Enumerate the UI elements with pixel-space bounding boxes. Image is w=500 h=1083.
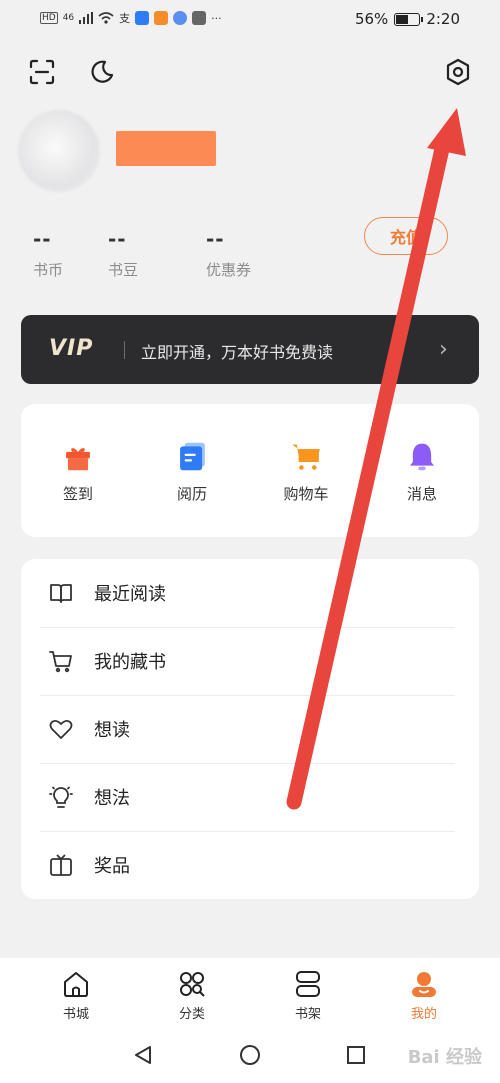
vip-divider	[124, 341, 125, 359]
nav-bookshelf[interactable]: 书架	[253, 968, 363, 1022]
avatar[interactable]	[18, 110, 100, 192]
gear-icon[interactable]	[441, 55, 475, 89]
music-icon	[173, 11, 188, 25]
back-icon[interactable]	[132, 1044, 154, 1066]
status-icons-left: HD 46 支 ···	[40, 10, 222, 26]
menu-item-ideas[interactable]: 想法	[40, 763, 455, 831]
app-icon-orange	[154, 11, 169, 25]
nav-categories[interactable]: 分类	[137, 968, 247, 1022]
vip-badge: VIP	[49, 336, 94, 361]
network-type: 46	[62, 13, 75, 23]
battery-icon	[394, 12, 424, 26]
battery-fill	[396, 14, 409, 24]
moon-icon[interactable]	[85, 55, 119, 89]
shortcut-label: 消息	[406, 485, 437, 503]
mail-icon	[192, 11, 207, 25]
stat-coins[interactable]: --	[33, 227, 52, 251]
shelf-icon	[296, 971, 320, 997]
menu-item-label: 想读	[94, 720, 130, 741]
vip-text: 立即开通，万本好书免费读	[141, 343, 334, 362]
shortcut-label: 签到	[62, 485, 93, 503]
menu-item-my-collection[interactable]: 我的藏书	[40, 627, 455, 695]
stat-value: --	[33, 227, 52, 251]
battery-percent: 56%	[354, 10, 389, 28]
cart-outline-icon	[49, 651, 72, 673]
home-icon	[64, 972, 88, 997]
cart-icon	[292, 444, 320, 470]
nav-bookstore[interactable]: 书城	[21, 968, 131, 1022]
lightbulb-icon	[49, 786, 73, 808]
bell-icon	[410, 443, 434, 471]
nav-label: 书城	[62, 1007, 89, 1022]
more-icon: ···	[211, 11, 222, 25]
shortcut-label: 购物车	[283, 485, 329, 503]
menu-item-label: 想法	[94, 788, 130, 809]
status-icons-right: 56% 2:20	[355, 10, 460, 28]
menu-item-label: 我的藏书	[94, 652, 166, 673]
document-icon	[180, 442, 205, 471]
scan-icon[interactable]	[25, 55, 59, 89]
grid-icon	[180, 972, 205, 997]
stat-beans[interactable]: --	[108, 227, 127, 251]
signal-icon	[79, 12, 94, 24]
stat-coupons[interactable]: --	[206, 227, 225, 251]
nav-mine[interactable]: 我的	[369, 968, 479, 1022]
nav-label: 分类	[178, 1007, 205, 1022]
home-circle-icon[interactable]	[239, 1044, 261, 1066]
nav-label: 我的	[410, 1007, 437, 1022]
menu-item-prizes[interactable]: 奖品	[40, 831, 455, 899]
menu-item-label: 最近阅读	[94, 584, 166, 605]
shortcut-history[interactable]: 阅历	[135, 404, 249, 504]
stat-label: 优惠券	[206, 261, 252, 279]
shortcut-messages[interactable]: 消息	[365, 404, 479, 504]
alipay-icon: 支	[119, 12, 131, 25]
menu-item-recent-reading[interactable]: 最近阅读	[40, 559, 455, 627]
shortcut-card: 签到 阅历 购物车 消息	[21, 404, 479, 537]
prize-box-icon	[50, 854, 72, 876]
wifi-icon	[98, 12, 114, 24]
app-icon-blue	[135, 11, 150, 25]
shortcut-checkin[interactable]: 签到	[21, 404, 135, 504]
menu-item-label: 奖品	[94, 856, 130, 877]
gift-icon	[66, 448, 90, 471]
clock: 2:20	[426, 10, 460, 28]
shortcut-label: 阅历	[176, 485, 207, 503]
vip-banner[interactable]: VIP 立即开通，万本好书免费读 ›	[21, 315, 479, 384]
shortcut-cart[interactable]: 购物车	[249, 404, 363, 504]
book-icon	[50, 584, 72, 603]
stat-value: --	[206, 227, 225, 251]
nav-label: 书架	[294, 1007, 321, 1022]
recents-icon[interactable]	[345, 1044, 367, 1066]
watermark: Bai 经验	[407, 1047, 482, 1068]
chevron-right-icon: ›	[439, 337, 448, 362]
username-redacted[interactable]	[116, 131, 216, 166]
status-bar: HD 46 支 ··· 56% 2:20	[0, 0, 500, 38]
stat-label: 书币	[33, 261, 64, 279]
hd-icon: HD	[40, 12, 58, 24]
stat-label: 书豆	[108, 261, 139, 279]
stat-value: --	[108, 227, 127, 251]
menu-item-want-to-read[interactable]: 想读	[40, 695, 455, 763]
heart-icon	[49, 719, 73, 739]
recharge-button[interactable]: 充值	[364, 217, 448, 255]
profile-icon	[412, 972, 436, 997]
